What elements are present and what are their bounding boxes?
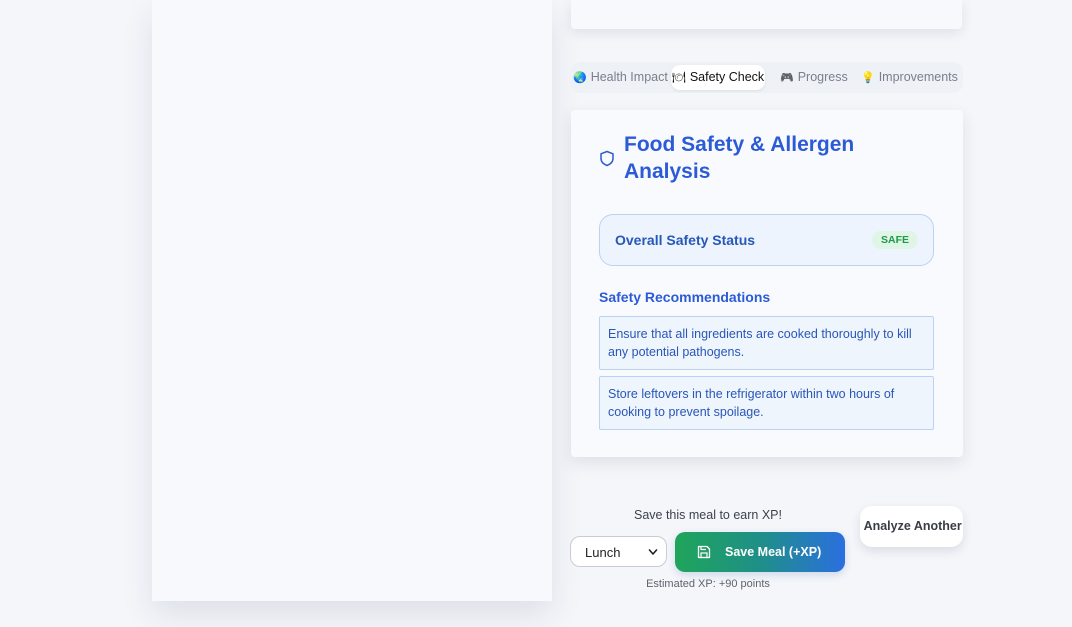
chevron-down-icon xyxy=(648,549,658,555)
save-icon xyxy=(697,545,711,559)
recommendation-item: Ensure that all ingredients are cooked t… xyxy=(599,316,934,370)
tab-label: Health Impact xyxy=(590,70,668,84)
meal-type-select[interactable]: Lunch xyxy=(570,536,667,567)
tab-health-impact[interactable]: 🌏 Health Impact xyxy=(573,62,668,93)
analysis-tabs: 🌏 Health Impact 🍽 Safety Check 🎮 Progress 💡… xyxy=(570,62,963,93)
globe-icon: 🌏 xyxy=(573,72,587,84)
analyze-another-label: Analyze Another Meal xyxy=(863,519,963,533)
tab-label: Improvements xyxy=(878,70,958,84)
status-label: Overall Safety Status xyxy=(615,232,756,248)
previous-card xyxy=(571,0,962,29)
status-badge: SAFE xyxy=(871,231,918,249)
tab-safety-check[interactable]: 🍽 Safety Check xyxy=(671,65,765,90)
analyze-another-button[interactable]: Analyze Another Meal xyxy=(860,506,963,547)
save-prompt: Save this meal to earn XP! xyxy=(634,508,782,522)
lightbulb-icon: 💡 xyxy=(861,72,875,84)
plate-icon: 🍽 xyxy=(671,72,686,84)
shield-icon xyxy=(600,150,614,167)
card-title: Food Safety & Allergen Analysis xyxy=(624,133,855,183)
tab-label: Safety Check xyxy=(689,70,765,84)
save-meal-button[interactable]: Save Meal (+XP) xyxy=(675,532,845,572)
tab-label: Progress xyxy=(797,70,848,84)
save-button-label: Save Meal (+XP) xyxy=(725,545,822,559)
recommendations-title: Safety Recommendations xyxy=(599,289,771,305)
recommendation-item: Store leftovers in the refrigerator with… xyxy=(599,376,934,430)
gamepad-icon: 🎮 xyxy=(780,72,794,84)
meal-type-value: Lunch xyxy=(585,545,621,560)
safety-status-box: Overall Safety Status SAFE xyxy=(599,214,934,266)
tab-progress[interactable]: 🎮 Progress xyxy=(780,62,848,93)
safety-card: Food Safety & Allergen Analysis Overall … xyxy=(571,110,963,457)
tab-improvements[interactable]: 💡 Improvements xyxy=(861,62,958,93)
left-panel xyxy=(152,0,552,601)
estimated-xp: Estimated XP: +90 points xyxy=(646,578,770,590)
